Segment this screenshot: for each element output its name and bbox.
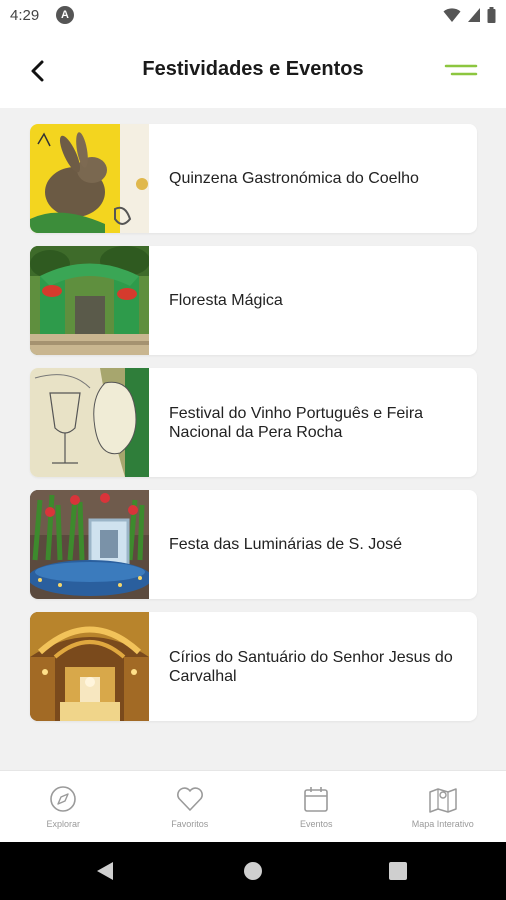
event-card-cirios[interactable]: Círios do Santuário do Senhor Jesus do C… — [30, 612, 477, 721]
event-card-vinho[interactable]: Festival do Vinho Português e Feira Naci… — [30, 368, 477, 477]
cellular-signal-icon — [468, 8, 480, 22]
menu-button[interactable] — [444, 60, 478, 82]
map-icon — [429, 788, 457, 813]
event-title: Quinzena Gastronómica do Coelho — [169, 170, 419, 187]
event-thumbnail — [30, 368, 149, 477]
wifi-icon — [443, 8, 461, 22]
status-indicators — [443, 7, 496, 23]
heart-icon — [176, 787, 203, 811]
events-list: Quinzena Gastronómica do Coelho Floresta… — [30, 124, 477, 734]
event-card-luminarias[interactable]: Festa das Luminárias de S. José — [30, 490, 477, 599]
battery-icon — [487, 7, 496, 23]
event-title: Floresta Mágica — [169, 292, 283, 309]
event-card-floresta[interactable]: Floresta Mágica — [30, 246, 477, 355]
status-bar: 4:29 A — [0, 0, 506, 34]
nav-favoritos[interactable]: Favoritos — [127, 771, 254, 843]
system-navigation-bar — [0, 842, 506, 900]
nav-explorar[interactable]: Explorar — [0, 771, 127, 843]
nav-eventos[interactable]: Eventos — [253, 771, 380, 843]
system-recents-icon[interactable] — [389, 862, 407, 880]
event-thumbnail — [30, 490, 149, 599]
nav-label: Eventos — [299, 819, 333, 829]
system-home-icon[interactable] — [244, 862, 262, 880]
page-title: Festividades e Eventos — [142, 58, 364, 80]
nav-label: Mapa Interativo — [411, 819, 474, 829]
nav-label: Explorar — [46, 819, 80, 829]
event-thumbnail — [30, 246, 149, 355]
event-title: Festa das Luminárias de S. José — [169, 536, 403, 553]
app-header: Festividades e Eventos — [0, 34, 506, 108]
system-back-icon[interactable] — [96, 861, 114, 881]
status-time: 4:29 — [10, 7, 40, 24]
compass-icon — [50, 786, 77, 812]
menu-lines-icon — [444, 64, 478, 76]
bottom-navigation: Explorar Favoritos Eventos Mapa Interati… — [0, 770, 506, 843]
event-title: Círios do Santuário do Senhor Jesus do C… — [169, 648, 453, 685]
event-thumbnail — [30, 124, 149, 233]
nav-label: Favoritos — [171, 819, 209, 829]
event-title: Festival do Vinho Português e Feira Naci… — [169, 404, 424, 441]
event-thumbnail — [30, 612, 149, 721]
nav-mapa-interativo[interactable]: Mapa Interativo — [380, 771, 506, 843]
calendar-icon — [304, 787, 329, 812]
app-notification-icon: A — [56, 6, 74, 24]
event-card-coelho[interactable]: Quinzena Gastronómica do Coelho — [30, 124, 477, 233]
